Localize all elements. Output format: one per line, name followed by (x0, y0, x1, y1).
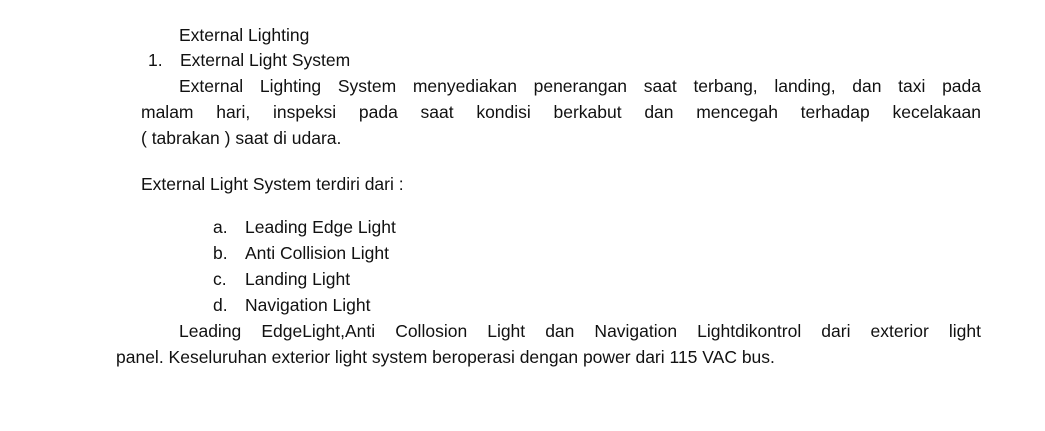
paragraph2-line: panel. Keseluruhan exterior light system… (116, 347, 775, 367)
subsection-number: 1. (148, 50, 163, 70)
section-title: External Lighting (179, 25, 310, 45)
list-item: Leading Edge Light (245, 217, 396, 237)
paragraph1-line: External Lighting System menyediakan pen… (179, 76, 981, 96)
paragraph1-line: malam hari, inspeksi pada saat kondisi b… (141, 102, 981, 122)
list-item: Anti Collision Light (245, 243, 389, 263)
subsection-title: External Light System (180, 50, 351, 70)
list-marker: c. (213, 269, 227, 289)
list-marker: b. (213, 243, 228, 263)
list-marker: a. (213, 217, 228, 237)
list-intro: External Light System terdiri dari : (141, 174, 404, 194)
paragraph1-line: ( tabrakan ) saat di udara. (141, 128, 342, 148)
paragraph2-line: Leading EdgeLight,Anti Collosion Light d… (179, 321, 981, 341)
list-item: Navigation Light (245, 295, 371, 315)
list-marker: d. (213, 295, 228, 315)
list-item: Landing Light (245, 269, 351, 289)
